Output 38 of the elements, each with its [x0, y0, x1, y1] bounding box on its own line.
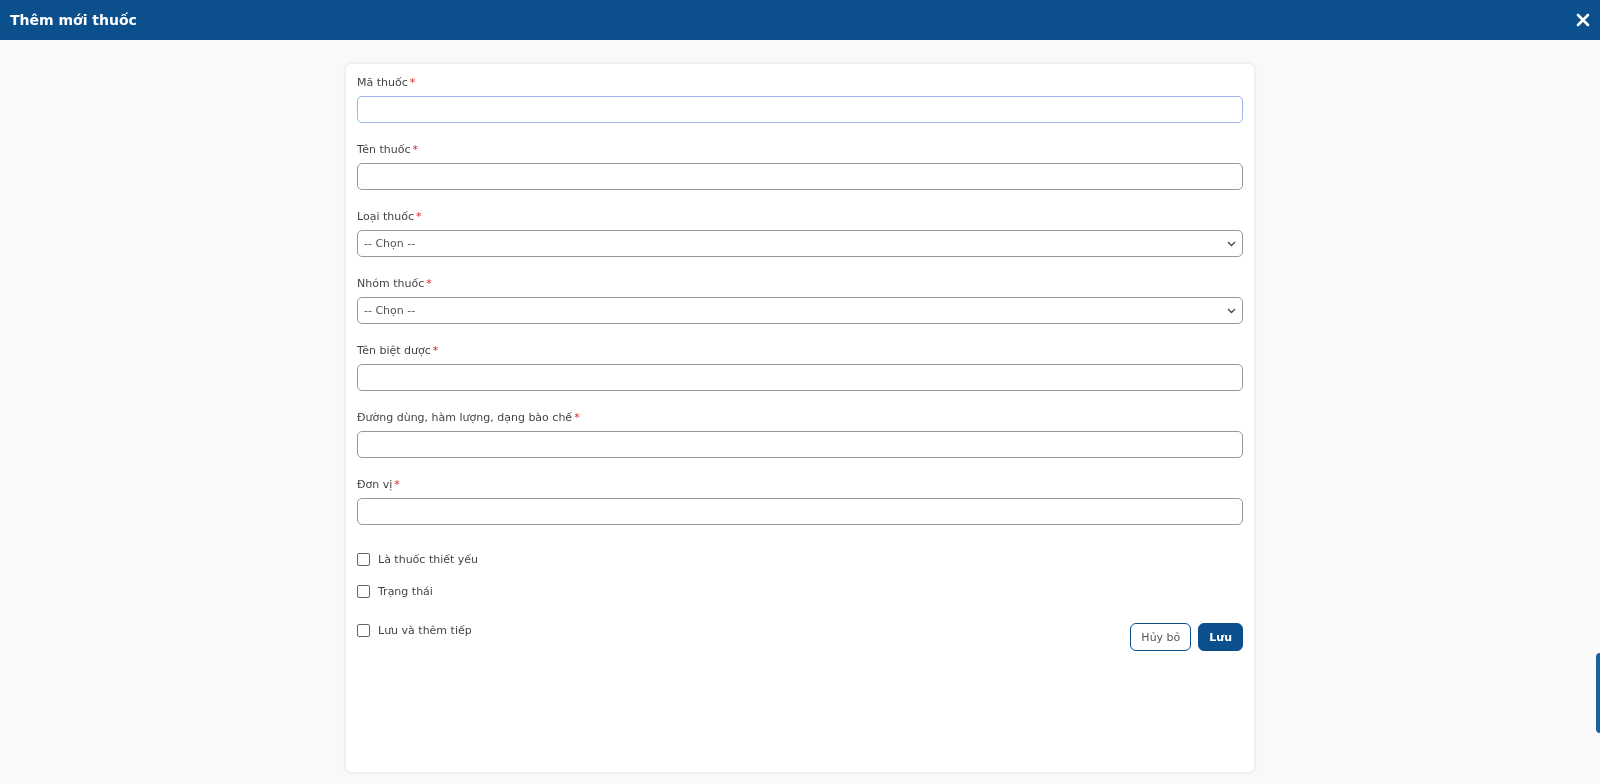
close-button[interactable] — [1576, 13, 1590, 27]
text-input[interactable] — [357, 498, 1243, 525]
checkbox[interactable] — [357, 584, 370, 598]
save-button[interactable]: Lưu — [1198, 623, 1243, 651]
checkbox-row[interactable]: Lưu và thêm tiếp — [357, 614, 472, 646]
field-label: Loại thuốc — [357, 210, 414, 223]
required-asterisk: * — [394, 478, 400, 491]
text-input[interactable] — [357, 163, 1243, 190]
required-asterisk: * — [574, 411, 580, 424]
field-label: Nhóm thuốc — [357, 277, 425, 290]
required-asterisk: * — [426, 277, 432, 290]
required-asterisk: * — [409, 76, 416, 89]
checkbox-label: Trạng thái — [378, 584, 433, 598]
checkbox[interactable] — [357, 623, 370, 637]
checkbox-label: Lưu và thêm tiếp — [378, 623, 472, 637]
cancel-button[interactable]: Hủy bỏ — [1130, 623, 1192, 651]
checkbox-row[interactable]: Là thuốc thiết yếu — [357, 543, 479, 575]
required-asterisk: * — [416, 210, 422, 223]
field-label: Đơn vị — [357, 478, 393, 491]
field-label: Tên biệt dược — [357, 344, 431, 357]
chevron-down-icon — [1227, 307, 1236, 314]
chevron-down-icon — [1227, 240, 1236, 247]
text-input[interactable] — [357, 96, 1243, 123]
text-input[interactable] — [357, 431, 1243, 458]
field-label: Đường dùng, hàm lượng, dạng bào chế — [357, 411, 573, 424]
required-asterisk: * — [432, 344, 439, 357]
checkbox-label: Là thuốc thiết yếu — [378, 552, 479, 566]
select-field[interactable]: -- Chọn -- — [357, 230, 1243, 257]
close-icon — [1576, 13, 1590, 27]
side-tab[interactable] — [1596, 653, 1600, 733]
select-field[interactable]: -- Chọn -- — [357, 297, 1243, 324]
window-title: Thêm mới thuốc — [10, 12, 137, 28]
checkbox[interactable] — [357, 552, 370, 566]
text-input[interactable] — [357, 364, 1243, 391]
required-asterisk: * — [412, 143, 418, 156]
checkbox-row[interactable]: Trạng thái — [357, 575, 433, 607]
field-label: Mã thuốc — [357, 76, 408, 89]
field-label: Tên thuốc — [357, 143, 411, 156]
